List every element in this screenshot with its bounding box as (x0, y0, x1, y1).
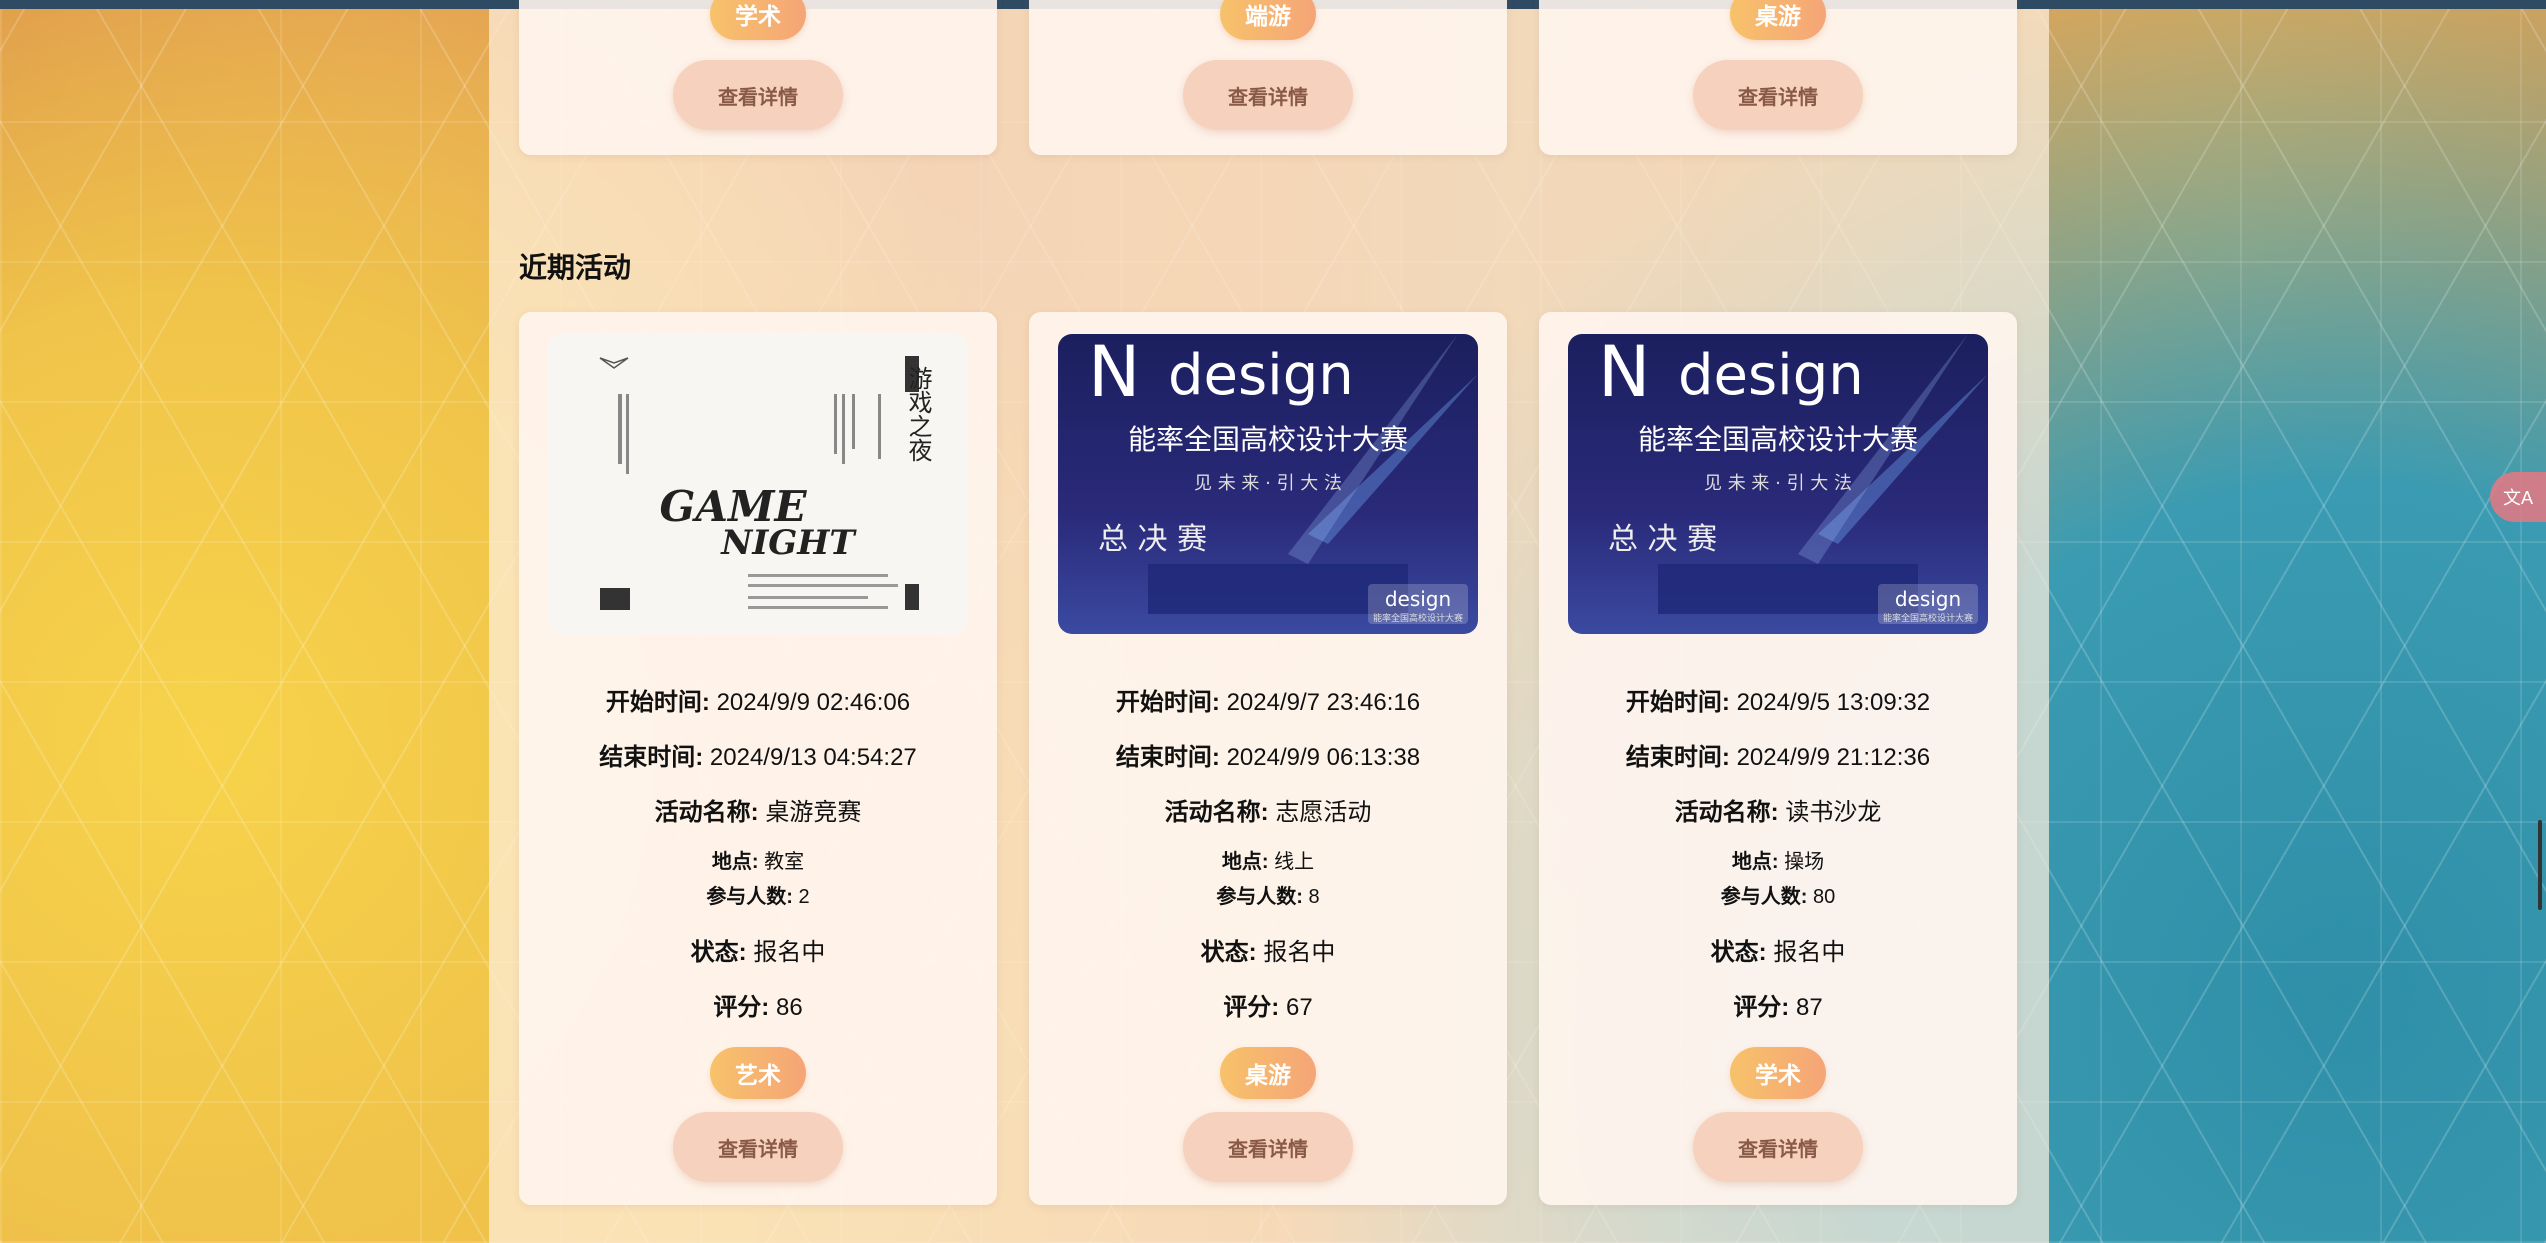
status-row: 状态: 报名中 (1200, 939, 1336, 966)
status-row: 状态: 报名中 (690, 939, 826, 966)
location: 线上 (1274, 851, 1315, 873)
category-tag[interactable]: 学术 (710, 0, 806, 40)
category-tag[interactable]: 端游 (1220, 0, 1316, 40)
score-row: 评分: 67 (1223, 994, 1313, 1021)
poster-subtitle: 能率全国高校设计大赛 (1128, 423, 1408, 456)
category-tag[interactable]: 艺术 (710, 1047, 806, 1099)
poster-title-line2: NIGHT (720, 523, 857, 563)
poster-slogan: 见 未 来 · 引 大 法 (1194, 473, 1342, 494)
view-details-button[interactable]: 查看详情 (1183, 1112, 1353, 1182)
participants-row: 参与人数: 80 (1720, 886, 1836, 908)
score-row: 评分: 86 (713, 994, 803, 1021)
activity-name: 志愿活动 (1275, 799, 1372, 826)
location-row: 地点: 教室 (711, 851, 805, 873)
location: 教室 (764, 851, 805, 873)
category-tag[interactable]: 桌游 (1220, 1047, 1316, 1099)
poster-title-cn: 游戏之夜 (904, 366, 932, 462)
status: 报名中 (1773, 939, 1846, 966)
participants-row: 参与人数: 2 (706, 886, 810, 908)
activity-card: 游戏之夜 GAME NIGHT 开始时间: 2024/9/9 02:46:06 … (519, 312, 997, 1205)
view-details-button[interactable]: 查看详情 (673, 1112, 843, 1182)
start-time-row: 开始时间: 2024/9/7 23:46:16 (1115, 689, 1421, 716)
start-time: 2024/9/5 13:09:32 (1736, 689, 1931, 716)
poster-corner-sub: 能率全国高校设计大赛 (1883, 612, 1973, 624)
status: 报名中 (753, 939, 826, 966)
activity-name-row: 活动名称: 读书沙龙 (1674, 799, 1882, 826)
poster-stage: 总 决 赛 (1608, 522, 1717, 557)
end-time-row: 结束时间: 2024/9/9 21:12:36 (1625, 744, 1931, 771)
top-card-1: 学术 查看详情 (519, 0, 997, 155)
location-row: 地点: 操场 (1731, 851, 1825, 873)
participants: 8 (1308, 886, 1320, 908)
end-time: 2024/9/9 06:13:38 (1226, 744, 1421, 771)
location-row: 地点: 线上 (1221, 851, 1315, 873)
view-details-button[interactable]: 查看详情 (1693, 60, 1863, 130)
poster-brand: design (1168, 343, 1354, 408)
poster-n-letter: N (1088, 334, 1140, 413)
status-row: 状态: 报名中 (1710, 939, 1846, 966)
view-details-button[interactable]: 查看详情 (1183, 60, 1353, 130)
poster-stage: 总 决 赛 (1098, 522, 1207, 557)
activity-card: N design 能率全国高校设计大赛 见 未 来 · 引 大 法 总 决 赛 … (1539, 312, 2017, 1205)
activity-name: 桌游竞赛 (765, 799, 862, 826)
top-card-3: 桌游 查看详情 (1539, 0, 2017, 155)
poster-subtitle: 能率全国高校设计大赛 (1638, 423, 1918, 456)
poster-brand: design (1678, 343, 1864, 408)
start-time: 2024/9/7 23:46:16 (1226, 689, 1421, 716)
poster-corner-brand: design (1385, 587, 1451, 611)
participants: 80 (1812, 886, 1836, 908)
end-time-row: 结束时间: 2024/9/9 06:13:38 (1115, 744, 1421, 771)
score-row: 评分: 87 (1733, 994, 1823, 1021)
activity-poster[interactable]: N design 能率全国高校设计大赛 见 未 来 · 引 大 法 总 决 赛 … (1058, 334, 1478, 634)
status: 报名中 (1263, 939, 1336, 966)
end-time: 2024/9/13 04:54:27 (709, 744, 917, 771)
category-tag[interactable]: 学术 (1730, 1047, 1826, 1099)
activity-name-row: 活动名称: 桌游竞赛 (654, 799, 862, 826)
view-details-button[interactable]: 查看详情 (1693, 1112, 1863, 1182)
start-time: 2024/9/9 02:46:06 (716, 689, 911, 716)
top-card-2: 端游 查看详情 (1029, 0, 1507, 155)
category-tag[interactable]: 桌游 (1730, 0, 1826, 40)
section-title: 近期活动 (519, 252, 632, 283)
activity-name: 读书沙龙 (1785, 799, 1882, 826)
activity-poster[interactable]: 游戏之夜 GAME NIGHT (548, 334, 968, 634)
score: 87 (1795, 994, 1823, 1021)
score: 67 (1285, 994, 1313, 1021)
start-time-row: 开始时间: 2024/9/5 13:09:32 (1625, 689, 1931, 716)
start-time-row: 开始时间: 2024/9/9 02:46:06 (605, 689, 911, 716)
scrollbar-thumb[interactable] (2538, 820, 2542, 910)
poster-corner-sub: 能率全国高校设计大赛 (1373, 612, 1463, 624)
participants-row: 参与人数: 8 (1216, 886, 1320, 908)
poster-corner-brand: design (1895, 587, 1961, 611)
participants: 2 (798, 886, 810, 908)
location: 操场 (1784, 851, 1825, 873)
end-time: 2024/9/9 21:12:36 (1736, 744, 1931, 771)
translate-icon[interactable]: 文A (2490, 472, 2546, 522)
activity-card: N design 能率全国高校设计大赛 见 未 来 · 引 大 法 总 决 赛 … (1029, 312, 1507, 1205)
end-time-row: 结束时间: 2024/9/13 04:54:27 (599, 744, 917, 771)
activity-name-row: 活动名称: 志愿活动 (1164, 799, 1372, 826)
poster-n-letter: N (1598, 334, 1650, 413)
activity-poster[interactable]: N design 能率全国高校设计大赛 见 未 来 · 引 大 法 总 决 赛 … (1568, 334, 1988, 634)
view-details-button[interactable]: 查看详情 (673, 60, 843, 130)
poster-slogan: 见 未 来 · 引 大 法 (1704, 473, 1852, 494)
score: 86 (775, 994, 803, 1021)
